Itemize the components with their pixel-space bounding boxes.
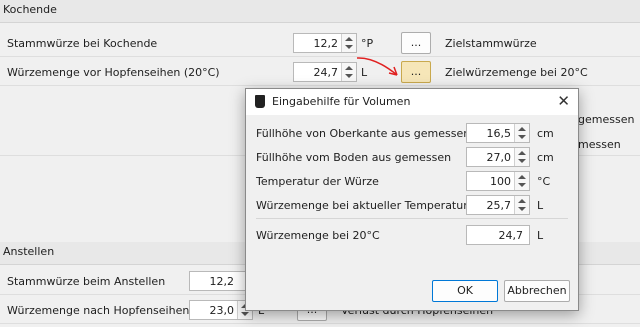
divider [256,218,568,219]
stammwuerze-anstellen-spinbox[interactable]: 12,2 [189,271,253,291]
zielstammwuerze-dots-button[interactable]: ... [401,32,431,54]
row-right-label: Zielwürzemenge bei 20°C [445,66,588,79]
field-label: Temperatur der Würze [256,175,379,188]
row-label: Stammwürze beim Anstellen [7,275,166,288]
section-header-kochende: Kochende [0,0,640,23]
wuerzemenge-aktuell-spinbox[interactable]: 25,7 [466,195,530,215]
dialog-title: Eingabehilfe für Volumen [272,95,411,108]
volumen-dialog: Eingabehilfe für Volumen ✕ Füllhöhe von … [245,88,579,311]
row-label: Stammwürze bei Kochende [7,37,158,50]
cancel-button[interactable]: Abbrechen [504,280,570,302]
partial-text: gemessen [578,113,635,126]
unit-label: L [537,199,544,212]
unit-label: L [537,229,544,242]
unit-label: cm [537,127,554,140]
spin-arrows[interactable] [341,63,356,81]
stammwuerze-kochende-spinbox[interactable]: 12,2 [293,33,357,53]
unit-label: cm [537,151,554,164]
fuellhoehe-oberkante-spinbox[interactable]: 16,5 [466,123,530,143]
spin-arrows[interactable] [514,172,529,190]
field-label: Füllhöhe vom Boden aus gemessen [256,151,452,164]
unit-label: °C [537,175,551,188]
annotation-arrow-icon [356,57,398,76]
fuellhoehe-boden-spinbox[interactable]: 27,0 [466,147,530,167]
row-right-label: Zielstammwürze [445,37,537,50]
spin-arrows[interactable] [514,196,529,214]
section-title: Anstellen [3,245,55,258]
unit-label: °P [361,37,374,50]
dialog-titlebar: Eingabehilfe für Volumen ✕ [246,89,578,115]
row-stammwuerze-kochende: Stammwürze bei Kochende 12,2 °P ... Ziel… [0,30,640,57]
partial-text: messen [578,138,621,151]
section-title: Kochende [3,3,57,16]
row-wuerzemenge-vor-hopfenseihen: Würzemenge vor Hopfenseihen (20°C) 24,7 … [0,59,640,86]
close-icon[interactable]: ✕ [557,92,570,110]
field-label: Würzemenge bei aktueller Temperatur [256,199,468,212]
row-label: Würzemenge vor Hopfenseihen (20°C) [7,66,220,79]
wuerzemenge-vor-hopfenseihen-spinbox[interactable]: 24,7 [293,62,357,82]
row-label: Würzemenge nach Hopfenseihen [7,304,190,317]
result-label: Würzemenge bei 20°C [256,229,380,242]
wuerzemenge-20c-field[interactable]: 24,7 [466,225,530,245]
ok-button[interactable]: OK [432,280,498,302]
wuerzemenge-nach-hopfenseihen-spinbox[interactable]: 23,0 [189,300,253,320]
beer-glass-icon [255,95,265,108]
temperatur-spinbox[interactable]: 100 [466,171,530,191]
spin-arrows[interactable] [514,148,529,166]
field-label: Füllhöhe von Oberkante aus gemessen [256,127,471,140]
spin-arrows[interactable] [514,124,529,142]
spin-arrows[interactable] [341,34,356,52]
